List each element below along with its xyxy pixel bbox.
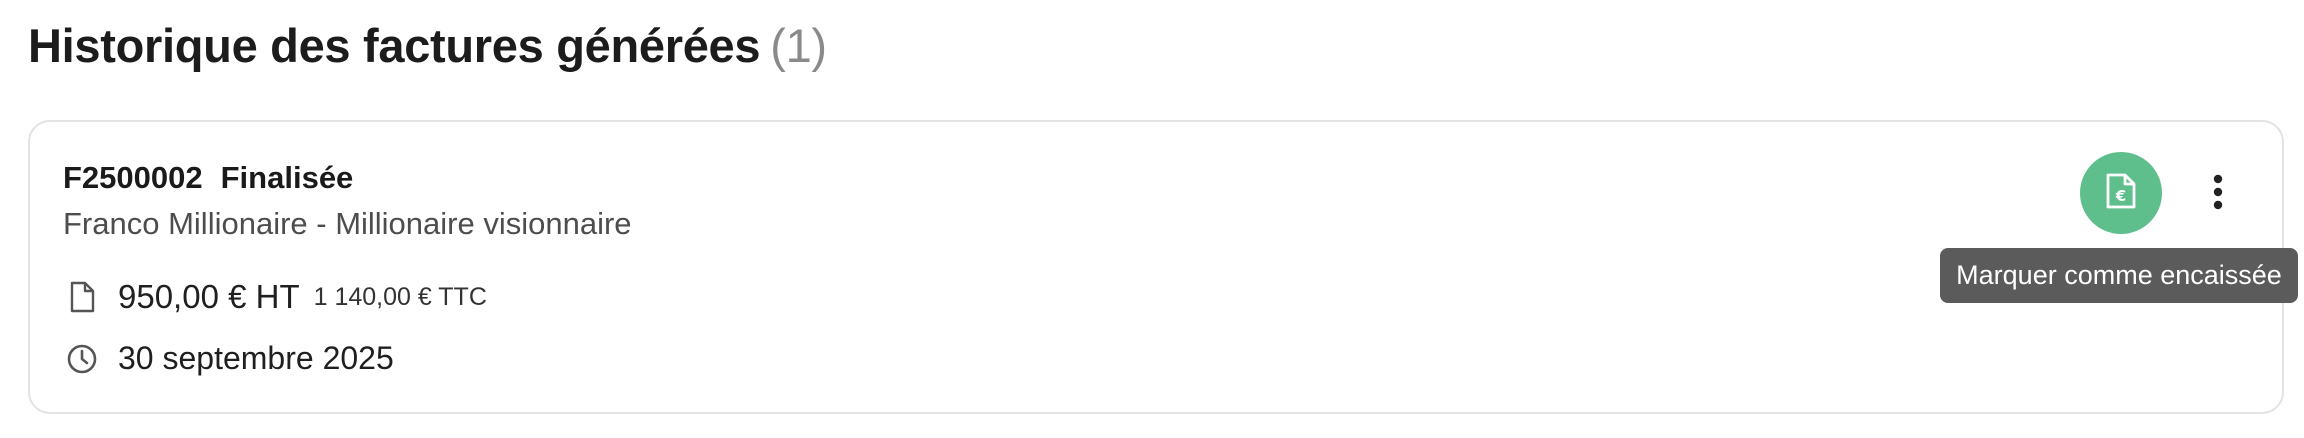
- invoice-number: F2500002: [63, 160, 203, 195]
- invoice-date-row: 30 septembre 2025: [66, 340, 394, 377]
- page-title: Historique des factures générées (1): [28, 18, 827, 73]
- amount-ht: 950,00 € HT: [118, 278, 300, 315]
- invoice-count: (1): [770, 19, 827, 72]
- invoice-history-page: Historique des factures générées (1) F250…: [0, 0, 2304, 438]
- mark-as-paid-button[interactable]: €: [2080, 152, 2162, 234]
- svg-text:€: €: [2115, 187, 2126, 205]
- invoice-date: 30 septembre 2025: [118, 340, 394, 376]
- invoice-client: Franco Millionaire - Millionaire visionn…: [63, 206, 632, 241]
- invoice-status: Finalisée: [220, 160, 354, 195]
- mark-as-paid-tooltip: Marquer comme encaissée: [1940, 248, 2298, 303]
- amount-ttc: 1 140,00 € TTC: [313, 282, 487, 311]
- document-icon: [66, 279, 98, 315]
- clock-icon: [66, 341, 98, 377]
- more-actions-button[interactable]: [2198, 166, 2238, 222]
- more-vertical-icon: [2212, 174, 2224, 215]
- invoice-header: F2500002 Finalisée: [63, 160, 353, 196]
- euro-file-icon: €: [2104, 172, 2138, 215]
- page-title-text: Historique des factures générées: [28, 19, 761, 72]
- invoice-amount-row: 950,00 € HT 1 140,00 € TTC: [66, 278, 487, 316]
